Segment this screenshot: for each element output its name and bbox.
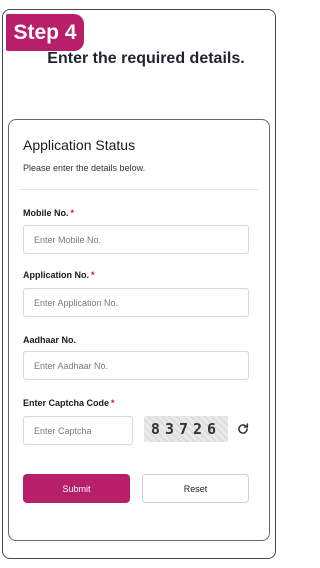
mobile-label: Mobile No. * xyxy=(23,208,74,218)
required-mark: * xyxy=(91,270,95,280)
aadhaar-label-text: Aadhaar No. xyxy=(23,335,77,345)
page-subtitle: Enter the required details. xyxy=(47,50,245,67)
submit-button[interactable]: Submit xyxy=(23,474,130,503)
step-badge: Step 4 xyxy=(6,14,84,51)
card-title: Application Status xyxy=(23,137,136,153)
aadhaar-label: Aadhaar No. xyxy=(23,335,76,345)
application-input[interactable] xyxy=(23,288,249,317)
captcha-label-text: Enter Captcha Code xyxy=(23,398,110,408)
refresh-icon[interactable] xyxy=(236,422,250,436)
application-label-text: Application No. xyxy=(23,270,89,280)
divider xyxy=(19,189,259,190)
required-mark: * xyxy=(111,398,115,408)
required-mark: * xyxy=(70,208,75,218)
captcha-input[interactable] xyxy=(23,416,133,445)
reset-button[interactable]: Reset xyxy=(142,474,249,503)
application-status-card: Application Status Please enter the deta… xyxy=(8,119,270,541)
application-label: Application No. * xyxy=(23,270,95,280)
mobile-input[interactable] xyxy=(23,225,249,254)
card-description: Please enter the details below. xyxy=(23,163,146,173)
aadhaar-input[interactable] xyxy=(23,351,249,380)
mobile-label-text: Mobile No. xyxy=(23,208,69,218)
captcha-image: 83726 xyxy=(144,416,228,442)
captcha-label: Enter Captcha Code * xyxy=(23,398,115,408)
